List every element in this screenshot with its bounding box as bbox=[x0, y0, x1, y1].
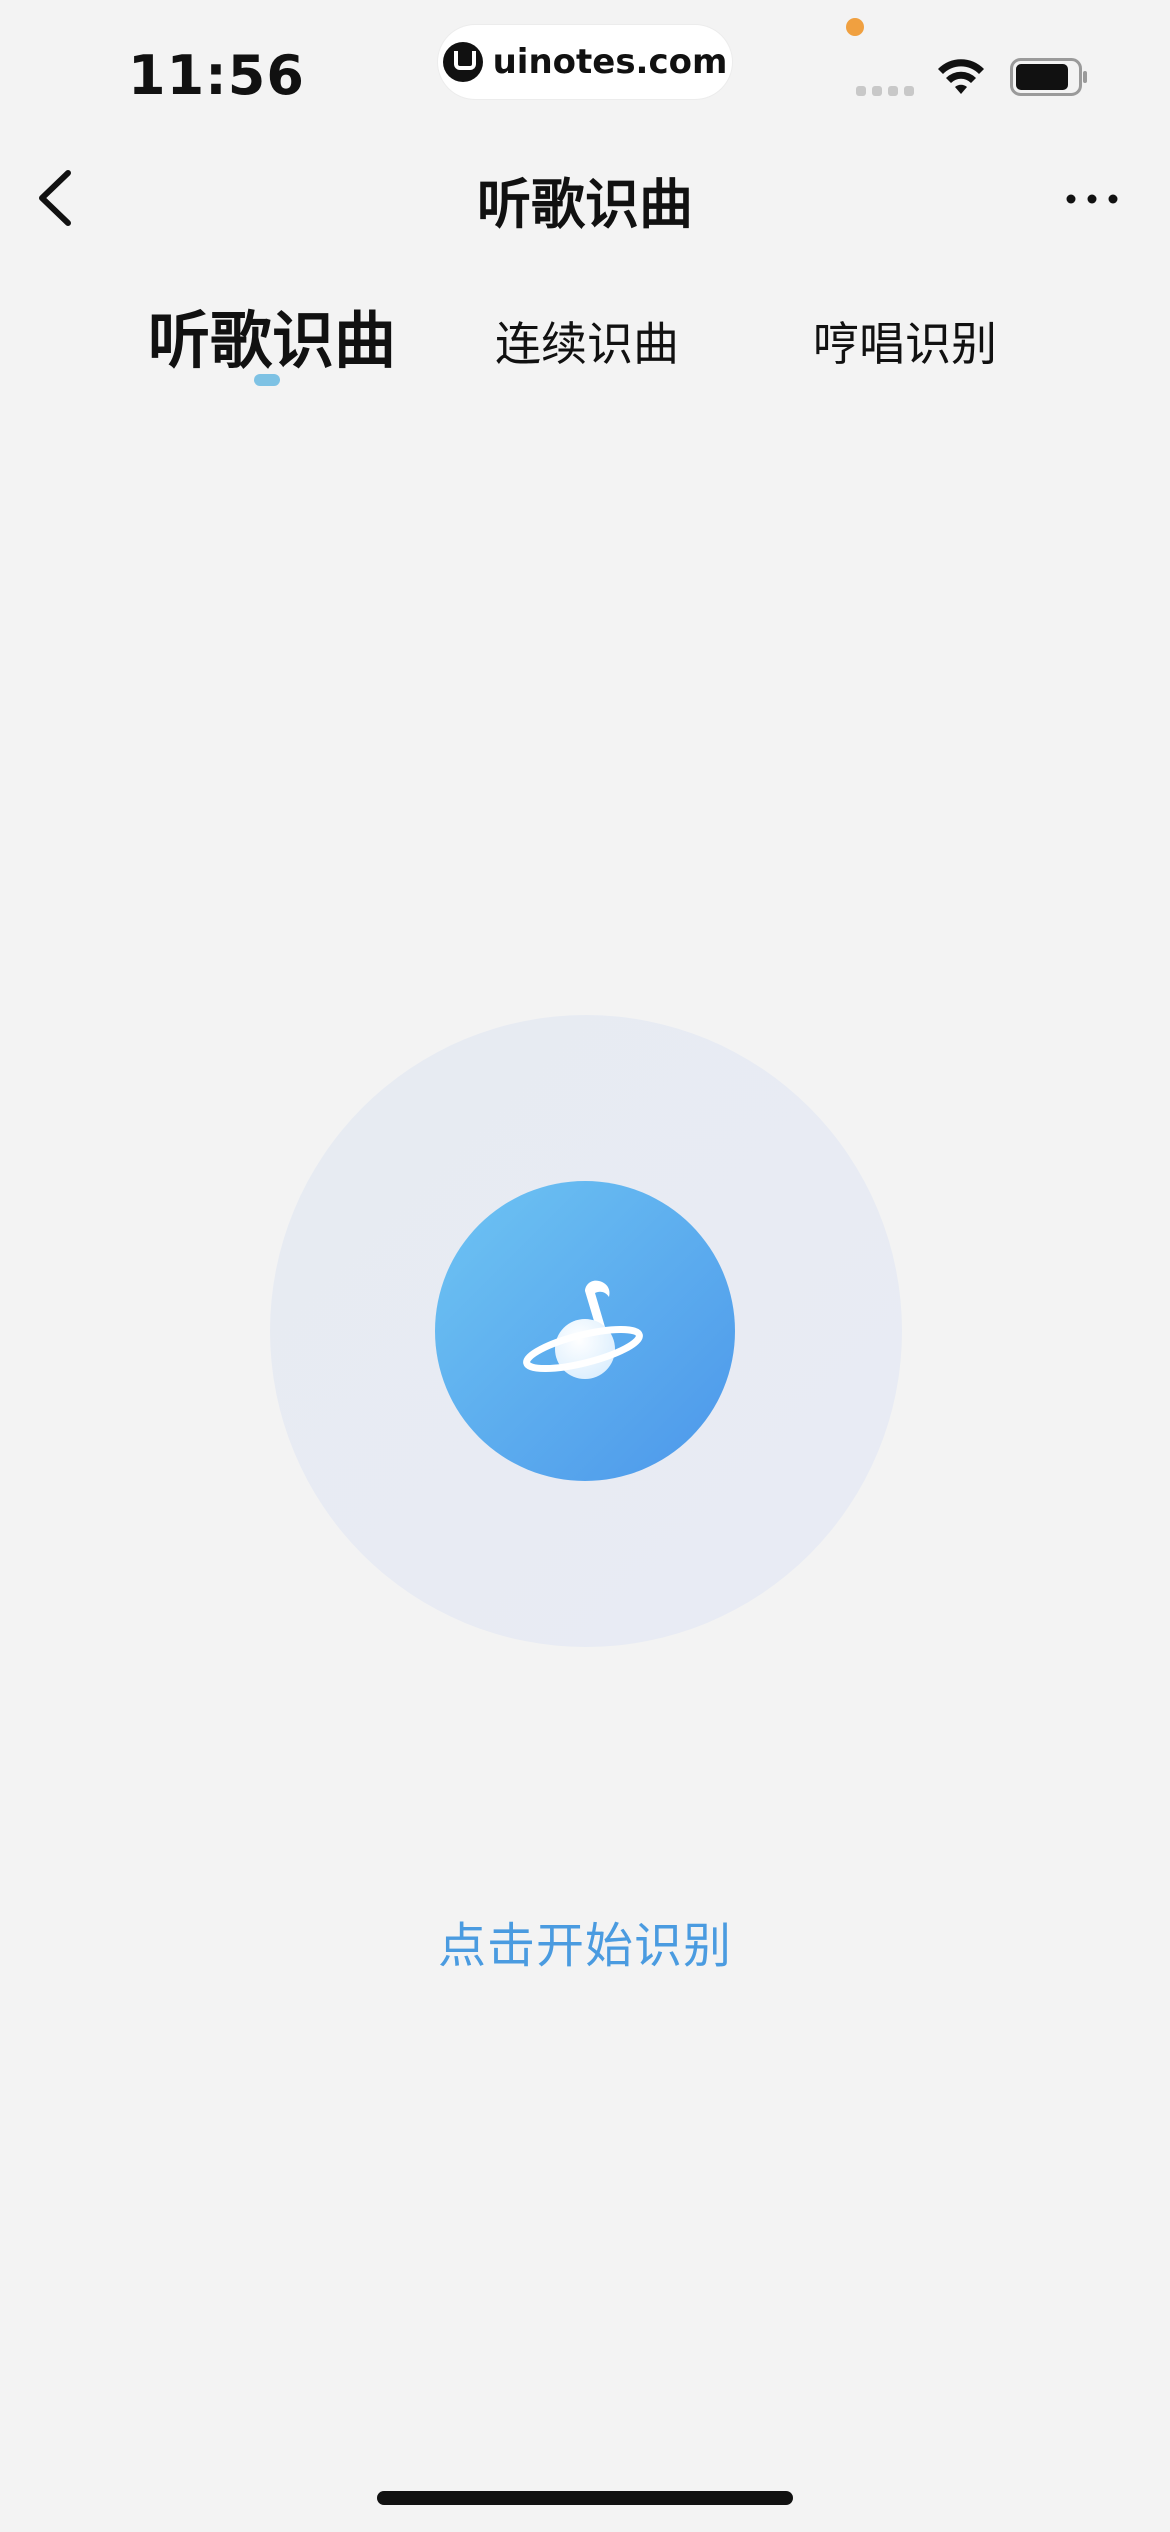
tab-continuous-recognize[interactable]: 连续识曲 bbox=[495, 308, 679, 374]
site-logo-icon bbox=[442, 42, 483, 82]
page-title: 听歌识曲 bbox=[477, 173, 693, 236]
privacy-indicator-dot bbox=[846, 18, 864, 36]
active-tab-indicator bbox=[254, 374, 280, 386]
battery-icon bbox=[1010, 58, 1087, 96]
url-pill[interactable]: uinotes.com bbox=[438, 25, 732, 99]
music-planet-icon bbox=[523, 1280, 643, 1379]
status-time: 11:56 bbox=[128, 44, 305, 107]
status-bar: 11:56 uinotes.com bbox=[0, 0, 1170, 130]
chevron-left-icon[interactable] bbox=[30, 165, 80, 231]
home-indicator[interactable] bbox=[377, 2491, 793, 2505]
tab-listen-recognize[interactable]: 听歌识曲 bbox=[148, 290, 396, 380]
more-horizontal-icon[interactable] bbox=[1062, 184, 1122, 214]
cellular-signal-icon bbox=[856, 86, 914, 96]
tab-hum-recognize[interactable]: 哼唱识别 bbox=[813, 308, 997, 374]
start-recognize-hint[interactable]: 点击开始识别 bbox=[0, 1906, 1170, 1976]
wifi-icon bbox=[938, 59, 984, 94]
recognize-button[interactable] bbox=[435, 1181, 735, 1481]
url-text: uinotes.com bbox=[492, 42, 728, 82]
